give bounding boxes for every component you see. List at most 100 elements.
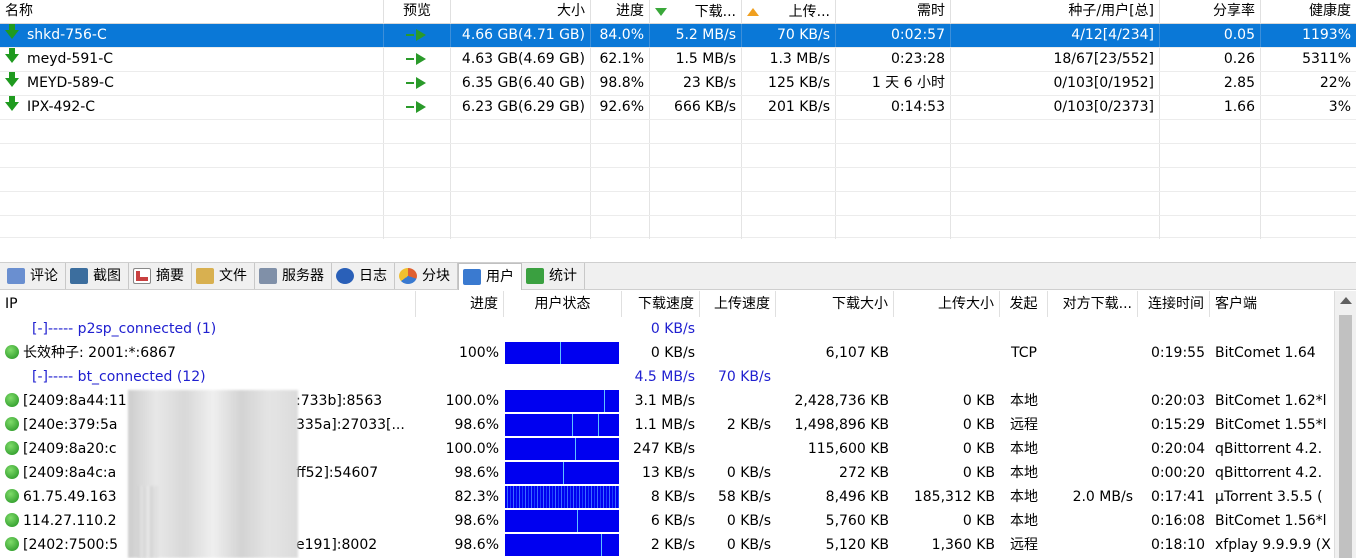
col-peer-remote-down[interactable]: 对方下载... <box>1048 291 1138 317</box>
task-upload-speed: 125 KB/s <box>742 72 836 95</box>
stats-icon <box>526 268 544 284</box>
download-status-icon <box>5 24 19 39</box>
peer-list-header: IP 进度 用户状态 下载速度 上传速度 下载大小 上传大小 发起 对方下载..… <box>0 291 1334 317</box>
peer-status-bar <box>505 486 619 508</box>
group-row-p2sp[interactable]: [-]----- p2sp_connected (1) 0 KB/s <box>0 317 1334 341</box>
col-eta[interactable]: 需时 <box>836 0 951 24</box>
peer-status-bar <box>505 390 619 412</box>
col-peer-client[interactable]: 客户端 <box>1210 291 1334 317</box>
task-progress: 84.0% <box>591 24 650 47</box>
task-eta: 0:02:57 <box>836 24 951 47</box>
col-peer-time[interactable]: 连接时间 <box>1138 291 1210 317</box>
task-row[interactable]: meyd-591-C 4.63 GB(4.69 GB) 62.1% 1.5 MB… <box>0 48 1356 72</box>
task-health: 5311% <box>1302 51 1351 67</box>
task-eta: 0:14:53 <box>836 96 951 119</box>
tab-pieces[interactable]: 分块 <box>395 263 458 289</box>
peer-user-icon <box>5 393 19 407</box>
task-ratio: 0.05 <box>1160 24 1261 47</box>
info-icon <box>336 268 354 284</box>
screenshot-icon <box>70 268 88 284</box>
pie-icon <box>399 268 417 284</box>
col-size[interactable]: 大小 <box>451 0 591 24</box>
task-progress: 62.1% <box>591 48 650 71</box>
peer-user-icon <box>5 513 19 527</box>
preview-icon[interactable] <box>406 77 428 89</box>
tab-screenshot[interactable]: 截图 <box>66 263 129 289</box>
peer-status-bar <box>505 510 619 532</box>
peer-user-icon <box>5 417 19 431</box>
peer-row[interactable]: 长效种子: 2001:*:6867 100% 0 KB/s 6,107 KB T… <box>0 341 1334 365</box>
col-preview[interactable]: 预览 <box>384 0 451 24</box>
task-download-speed: 5.2 MB/s <box>650 24 742 47</box>
task-peers: 4/12[4/234] <box>951 24 1160 47</box>
summary-icon <box>133 268 151 284</box>
server-icon <box>259 268 277 284</box>
preview-icon[interactable] <box>406 101 428 113</box>
col-peer-dl-size[interactable]: 下载大小 <box>776 291 894 317</box>
empty-row <box>0 192 1356 216</box>
download-status-icon <box>5 48 19 63</box>
task-upload-speed: 201 KB/s <box>742 96 836 119</box>
peer-user-icon <box>5 489 19 503</box>
download-status-icon <box>5 96 19 111</box>
preview-icon[interactable] <box>406 53 428 65</box>
task-list: shkd-756-C 4.66 GB(4.71 GB) 84.0% 5.2 MB… <box>0 24 1356 239</box>
task-size: 6.23 GB(6.29 GB) <box>451 96 591 119</box>
empty-row <box>0 120 1356 144</box>
tab-servers[interactable]: 服务器 <box>255 263 332 289</box>
peer-status-bar <box>505 342 619 364</box>
col-peers[interactable]: 种子/用户[总] <box>951 0 1160 24</box>
col-ip[interactable]: IP <box>0 291 416 317</box>
peer-status-bar <box>505 534 619 556</box>
col-peer-progress[interactable]: 进度 <box>416 291 504 317</box>
col-health[interactable]: 健康度 <box>1261 0 1356 24</box>
scroll-up-icon[interactable] <box>1339 297 1352 304</box>
tab-files[interactable]: 文件 <box>192 263 255 289</box>
peer-status-bar <box>505 438 619 460</box>
download-arrow-icon <box>655 8 667 16</box>
peer-user-icon <box>5 465 19 479</box>
group-row-bt[interactable]: [-]----- bt_connected (12) 4.5 MB/s 70 K… <box>0 365 1334 389</box>
tab-log[interactable]: 日志 <box>332 263 395 289</box>
task-name: meyd-591-C <box>27 51 114 67</box>
col-progress[interactable]: 进度 <box>591 0 650 24</box>
task-peers: 0/103[0/1952] <box>951 72 1160 95</box>
col-peer-ul-size[interactable]: 上传大小 <box>894 291 1000 317</box>
tab-stats[interactable]: 统计 <box>522 263 585 289</box>
col-ratio[interactable]: 分享率 <box>1160 0 1261 24</box>
users-icon <box>463 269 481 285</box>
task-row[interactable]: IPX-492-C 6.23 GB(6.29 GB) 92.6% 666 KB/… <box>0 96 1356 120</box>
col-peer-down[interactable]: 下载速度 <box>622 291 700 317</box>
task-download-speed: 23 KB/s <box>650 72 742 95</box>
peer-status-bar <box>505 462 619 484</box>
task-ratio: 0.26 <box>1160 48 1261 71</box>
task-health: 3% <box>1328 99 1351 115</box>
task-ratio: 1.66 <box>1160 96 1261 119</box>
preview-icon[interactable] <box>406 29 428 41</box>
col-peer-status[interactable]: 用户状态 <box>504 291 622 317</box>
task-row[interactable]: MEYD-589-C 6.35 GB(6.40 GB) 98.8% 23 KB/… <box>0 72 1356 96</box>
col-peer-up[interactable]: 上传速度 <box>700 291 776 317</box>
task-eta: 1 天 6 小时 <box>836 72 951 95</box>
tab-summary[interactable]: 摘要 <box>129 263 192 289</box>
download-status-icon <box>5 72 19 87</box>
col-upload[interactable]: 上传... <box>742 0 836 24</box>
task-size: 4.63 GB(4.69 GB) <box>451 48 591 71</box>
peer-user-icon <box>5 345 19 359</box>
col-name[interactable]: 名称 <box>0 0 384 24</box>
task-name: MEYD-589-C <box>27 75 114 91</box>
comment-icon <box>7 268 25 284</box>
scrollbar-thumb[interactable] <box>1339 315 1352 558</box>
task-health: 22% <box>1319 75 1351 91</box>
task-size: 6.35 GB(6.40 GB) <box>451 72 591 95</box>
file-icon <box>196 268 214 284</box>
peer-list-scrollbar[interactable] <box>1334 291 1356 558</box>
tab-comment[interactable]: 评论 <box>3 263 66 289</box>
col-download[interactable]: 下载... <box>650 0 742 24</box>
col-peer-origin[interactable]: 发起 <box>1000 291 1048 317</box>
ip-redaction-blur <box>138 486 158 558</box>
tab-users[interactable]: 用户 <box>458 263 522 290</box>
task-row[interactable]: shkd-756-C 4.66 GB(4.71 GB) 84.0% 5.2 MB… <box>0 24 1356 48</box>
empty-row <box>0 144 1356 168</box>
task-progress: 98.8% <box>591 72 650 95</box>
